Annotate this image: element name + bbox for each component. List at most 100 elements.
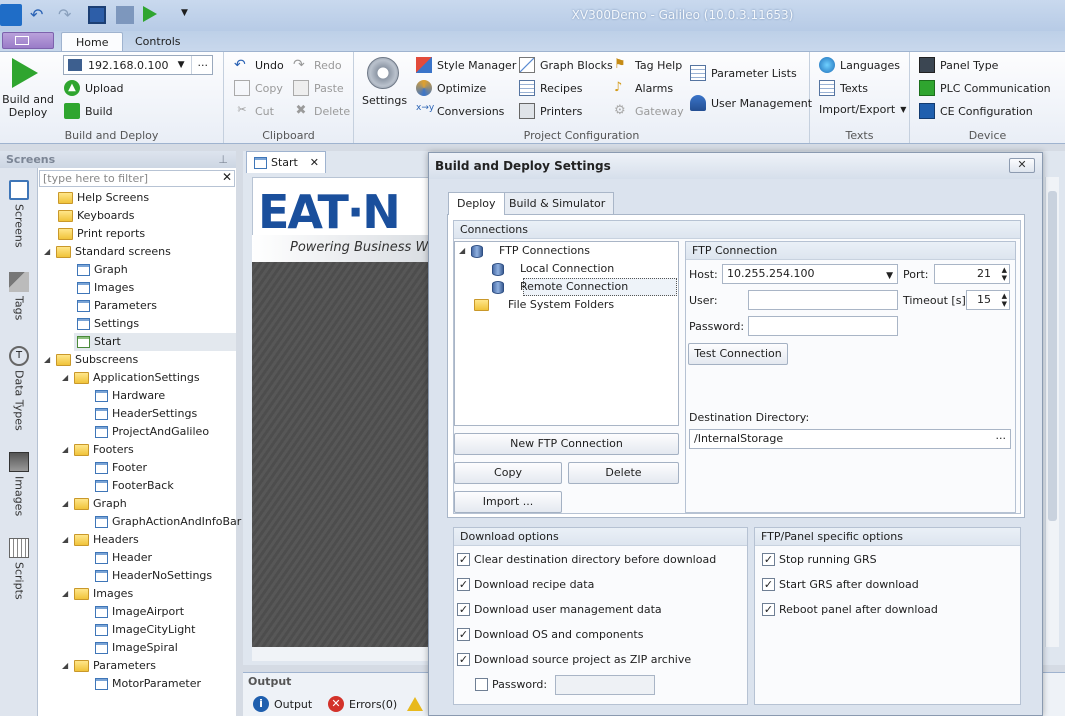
host-combobox[interactable]: 10.255.254.100 ▼ — [722, 264, 898, 284]
languages-button[interactable]: Languages — [819, 57, 900, 73]
side-tab-screens[interactable]: Screens — [8, 180, 30, 251]
chevron-down-icon[interactable]: ▼ — [178, 60, 185, 70]
texts-button[interactable]: Texts — [819, 80, 868, 96]
filter-input[interactable]: [type here to filter] — [39, 170, 235, 187]
spin-arrows-icon[interactable]: ▲ ▼ — [1002, 292, 1007, 308]
collapse-icon[interactable]: ◢ — [62, 369, 70, 387]
target-selector[interactable]: 192.168.0.100 ▼ ··· — [63, 55, 213, 75]
tag-help-button[interactable]: ⚑ Tag Help — [614, 57, 682, 73]
tree-node-remote-connection[interactable]: Remote Connection — [492, 278, 628, 296]
side-tab-images[interactable]: Images — [8, 452, 30, 519]
import-button[interactable]: Import ... — [454, 491, 562, 513]
tree-node[interactable]: Header — [95, 549, 152, 567]
tree-node[interactable]: ImageSpiral — [95, 639, 178, 657]
output-tab[interactable]: i Output — [253, 696, 312, 712]
tree-node[interactable]: ◢ Footers — [62, 441, 134, 459]
tree-node[interactable]: Keyboards — [58, 207, 134, 225]
collapse-icon[interactable]: ◢ — [62, 495, 70, 513]
user-management-button[interactable]: User Management — [690, 95, 812, 111]
side-tab-scripts[interactable]: Scripts — [8, 538, 30, 603]
tree-node[interactable]: MotorParameter — [95, 675, 201, 693]
browse-icon[interactable]: ··· — [996, 430, 1007, 448]
errors-tab[interactable]: ✕ Errors(0) — [328, 696, 397, 712]
ce-configuration-button[interactable]: CE Configuration — [919, 103, 1033, 119]
tab-controls[interactable]: Controls — [121, 32, 195, 52]
tab-home[interactable]: Home — [61, 32, 124, 52]
dialog-close-button[interactable]: ✕ — [1009, 158, 1035, 173]
collapse-icon[interactable]: ◢ — [459, 242, 467, 260]
cut-button[interactable]: ✂ Cut — [234, 103, 274, 119]
file-menu-button[interactable] — [2, 32, 54, 49]
plc-communication-button[interactable]: PLC Communication — [919, 80, 1051, 96]
destination-directory-field[interactable]: /InternalStorage ··· — [689, 429, 1011, 449]
tab-start[interactable]: Start ✕ — [246, 151, 326, 173]
tree-node[interactable]: Settings — [77, 315, 139, 333]
password-field[interactable] — [748, 316, 898, 336]
download-user-management-checkbox[interactable]: ✓ Download user management data — [457, 603, 662, 616]
side-tab-data-types[interactable]: T Data Types — [8, 346, 30, 434]
tree-node[interactable]: FooterBack — [95, 477, 174, 495]
timeout-stepper[interactable]: 15 ▲ ▼ — [966, 290, 1010, 310]
collapse-icon[interactable]: ◢ — [62, 531, 70, 549]
recipes-button[interactable]: Recipes — [519, 80, 583, 96]
new-ftp-connection-button[interactable]: New FTP Connection — [454, 433, 679, 455]
build-and-deploy-button[interactable]: Build and Deploy — [2, 93, 54, 119]
tree-node-ftp-connections[interactable]: ◢ FTP Connections — [459, 242, 590, 260]
tree-node[interactable]: ◢ ApplicationSettings — [62, 369, 200, 387]
delete-button[interactable]: ✖ Delete — [293, 103, 351, 119]
graph-blocks-button[interactable]: Graph Blocks — [519, 57, 613, 73]
gear-icon[interactable] — [367, 57, 399, 89]
scrollbar-thumb[interactable] — [1048, 191, 1057, 521]
conversions-button[interactable]: x→y Conversions — [416, 103, 504, 119]
tree-node[interactable]: Footer — [95, 459, 147, 477]
undo-button[interactable]: ↶ Undo — [234, 57, 284, 73]
style-manager-button[interactable]: Style Manager — [416, 57, 516, 73]
zip-password-field[interactable] — [555, 675, 655, 695]
collapse-icon[interactable]: ◢ — [62, 585, 70, 603]
tree-node[interactable]: HeaderSettings — [95, 405, 197, 423]
collapse-icon[interactable]: ◢ — [44, 243, 52, 261]
tree-node[interactable]: Parameters — [77, 297, 157, 315]
build-and-deploy-icon[interactable] — [12, 58, 38, 88]
printers-button[interactable]: Printers — [519, 103, 582, 119]
paste-button[interactable]: Paste — [293, 80, 344, 96]
chevron-down-icon[interactable]: ▼ — [886, 267, 893, 285]
panel-type-button[interactable]: Panel Type — [919, 57, 998, 73]
tree-node[interactable]: ◢ Parameters — [62, 657, 156, 675]
tree-node[interactable]: GraphActionAndInfoBar — [95, 513, 241, 531]
tree-node[interactable]: Images — [77, 279, 134, 297]
settings-button[interactable]: Settings — [362, 94, 407, 107]
tree-node[interactable]: ProjectAndGalileo — [95, 423, 209, 441]
upload-button[interactable]: ▲ Upload — [64, 80, 124, 96]
tree-node[interactable]: HeaderNoSettings — [95, 567, 212, 585]
collapse-icon[interactable]: ◢ — [62, 657, 70, 675]
collapse-icon[interactable]: ◢ — [44, 351, 52, 369]
zip-password-checkbox[interactable]: Password: — [475, 678, 547, 691]
tree-node[interactable]: ◢ Standard screens — [44, 243, 171, 261]
tree-node[interactable]: ImageCityLight — [95, 621, 195, 639]
tree-node[interactable]: Print reports — [58, 225, 145, 243]
delete-connection-button[interactable]: Delete — [568, 462, 679, 484]
clear-destination-checkbox[interactable]: ✓ Clear destination directory before down… — [457, 553, 716, 566]
download-os-checkbox[interactable]: ✓ Download OS and components — [457, 628, 643, 641]
tree-node[interactable]: Hardware — [95, 387, 165, 405]
tree-node[interactable]: ◢ Subscreens — [44, 351, 138, 369]
collapse-icon[interactable]: ◢ — [62, 441, 70, 459]
optimize-button[interactable]: Optimize — [416, 80, 486, 96]
vertical-scrollbar[interactable] — [1045, 177, 1059, 647]
build-button[interactable]: Build — [64, 103, 113, 119]
gateway-button[interactable]: ⚙ Gateway — [614, 103, 684, 119]
tree-node[interactable]: Graph — [77, 261, 128, 279]
import-export-button[interactable]: Import/Export ▼ — [819, 103, 906, 116]
alarms-button[interactable]: ♪ Alarms — [614, 80, 673, 96]
tree-node-file-system-folders[interactable]: File System Folders — [474, 296, 614, 314]
tab-deploy[interactable]: Deploy — [448, 192, 505, 215]
side-tab-tags[interactable]: Tags — [8, 272, 30, 323]
parameter-lists-button[interactable]: Parameter Lists — [690, 65, 797, 81]
more-icon[interactable]: ··· — [198, 59, 213, 72]
tree-node[interactable]: Help Screens — [58, 189, 149, 207]
tree-node[interactable]: ◢ Graph — [62, 495, 127, 513]
horizontal-scrollbar[interactable] — [252, 647, 432, 661]
reboot-panel-checkbox[interactable]: ✓ Reboot panel after download — [762, 603, 938, 616]
tree-node-selected[interactable]: Start — [77, 333, 121, 351]
